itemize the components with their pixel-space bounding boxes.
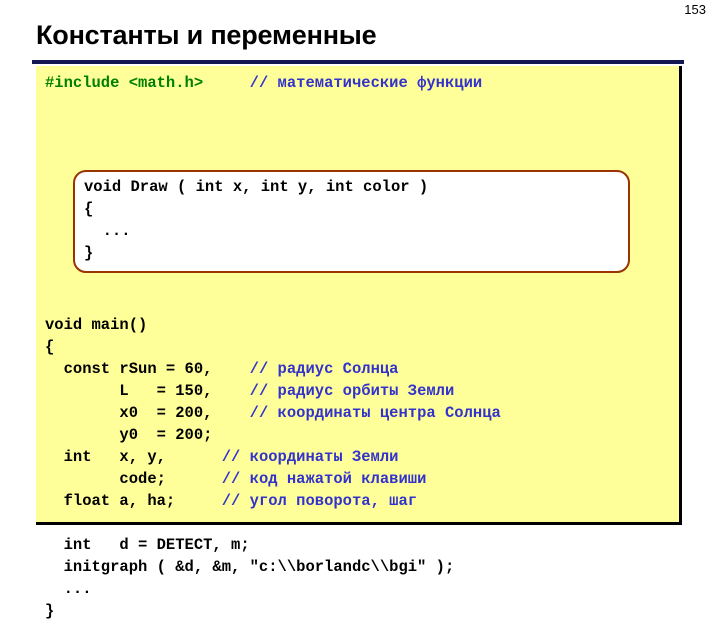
- include-comment: // математические функции: [249, 74, 483, 92]
- code-line: y0 = 200;: [45, 426, 213, 444]
- code-line: initgraph ( &d, &m, "c:\\borlandc\\bgi" …: [45, 558, 455, 576]
- code-line: int x, y,: [45, 448, 166, 466]
- page-number: 153: [684, 2, 706, 17]
- code-line: float a, ha;: [45, 492, 176, 510]
- code-line: x0 = 200,: [45, 404, 213, 422]
- code-line: {: [45, 338, 55, 356]
- include-directive: #include <math.h>: [45, 74, 204, 92]
- draw-function-callout: void Draw ( int x, int y, int color ) { …: [73, 170, 630, 273]
- draw-function-code: void Draw ( int x, int y, int color ) { …: [84, 178, 429, 262]
- include-gap: [203, 74, 250, 92]
- code-comment: // координаты Земли: [221, 448, 399, 466]
- page-title: Константы и переменные: [36, 20, 377, 50]
- code-comment: // угол поворота, шаг: [221, 492, 418, 510]
- code-line: L = 150,: [45, 382, 213, 400]
- code-line: code;: [45, 470, 166, 488]
- code-panel: #include <math.h> // математические функ…: [36, 66, 682, 620]
- code-comment: // координаты центра Солнца: [249, 404, 501, 422]
- code-line: int d = DETECT, m;: [45, 536, 250, 554]
- code-line: const rSun = 60,: [45, 360, 213, 378]
- title-divider: [32, 60, 684, 64]
- code-line: ...: [45, 580, 92, 598]
- slide-root: 153 Константы и переменные #include <mat…: [0, 0, 720, 620]
- code-comment: // код нажатой клавиши: [221, 470, 427, 488]
- code-line: }: [45, 602, 55, 620]
- code-comment: // радиус Солнца: [249, 360, 399, 378]
- code-line: void main(): [45, 316, 148, 334]
- code-comment: // радиус орбиты Земли: [249, 382, 455, 400]
